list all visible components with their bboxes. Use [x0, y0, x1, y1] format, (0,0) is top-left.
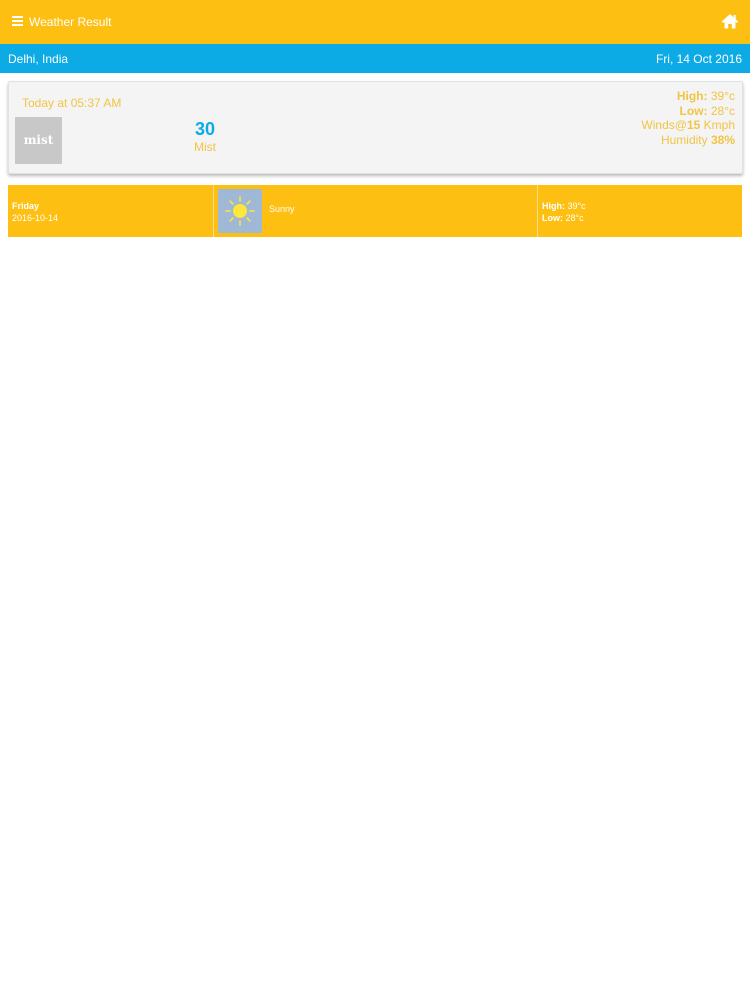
forecast-hilo-cell: High: 39°c Low: 28°c [537, 185, 742, 237]
today-weather-card: Today at 05:37 AM mist 30 Mist High: 39°… [8, 81, 743, 174]
forecast-high-value: 39°c [567, 201, 586, 211]
page-title: Weather Result [29, 15, 112, 29]
forecast-low-value: 28°c [565, 213, 584, 223]
humidity-label: Humidity [660, 132, 708, 147]
low-label: Low: [679, 103, 708, 118]
current-date: Fri, 14 Oct 2016 [655, 52, 742, 66]
current-temperature: 30 [194, 119, 216, 139]
forecast-low-label: Low: [542, 213, 563, 223]
mist-icon-text: mist [23, 133, 54, 147]
high-label: High: [676, 89, 708, 103]
location-name: Delhi, India [8, 52, 69, 66]
high-value: 39°c [710, 89, 735, 103]
home-icon[interactable] [721, 13, 739, 29]
today-stats: High: 39°c Low: 28°c Winds@15 Kmph Humid… [641, 89, 735, 147]
sun-icon [218, 189, 262, 233]
humidity-value: 38% [710, 132, 735, 147]
today-time-label: Today at 05:37 AM [22, 96, 122, 110]
forecast-high-label: High: [542, 201, 565, 211]
forecast-row[interactable]: Friday 2016-10-14 Sunny High: 39°c Low: … [8, 185, 742, 237]
forecast-high: High: 39°c [542, 201, 586, 211]
mist-icon: mist [15, 117, 62, 164]
forecast-low: Low: 28°c [542, 213, 584, 223]
forecast-day-name: Friday [12, 201, 40, 211]
forecast-day-cell: Friday 2016-10-14 [8, 185, 213, 237]
winds-value: 15 [686, 118, 701, 132]
forecast-condition-cell: Sunny [213, 185, 537, 237]
menu-icon[interactable] [12, 16, 23, 26]
location-bar: Delhi, India Fri, 14 Oct 2016 [0, 44, 750, 73]
current-condition: Mist [194, 140, 216, 154]
low-value: 28°c [710, 103, 735, 118]
forecast-condition: Sunny [269, 204, 295, 214]
forecast-date: 2016-10-14 [12, 213, 59, 223]
humidity-row: Humidity 38% [641, 133, 735, 148]
winds-row: Winds@15 Kmph [641, 118, 735, 133]
low-temp-row: Low: 28°c [641, 103, 736, 119]
app-bar: Weather Result [0, 0, 750, 44]
high-temp-row: High: 39°c [641, 89, 735, 104]
winds-label: Winds@ [641, 118, 687, 132]
winds-unit: Kmph [703, 118, 735, 132]
